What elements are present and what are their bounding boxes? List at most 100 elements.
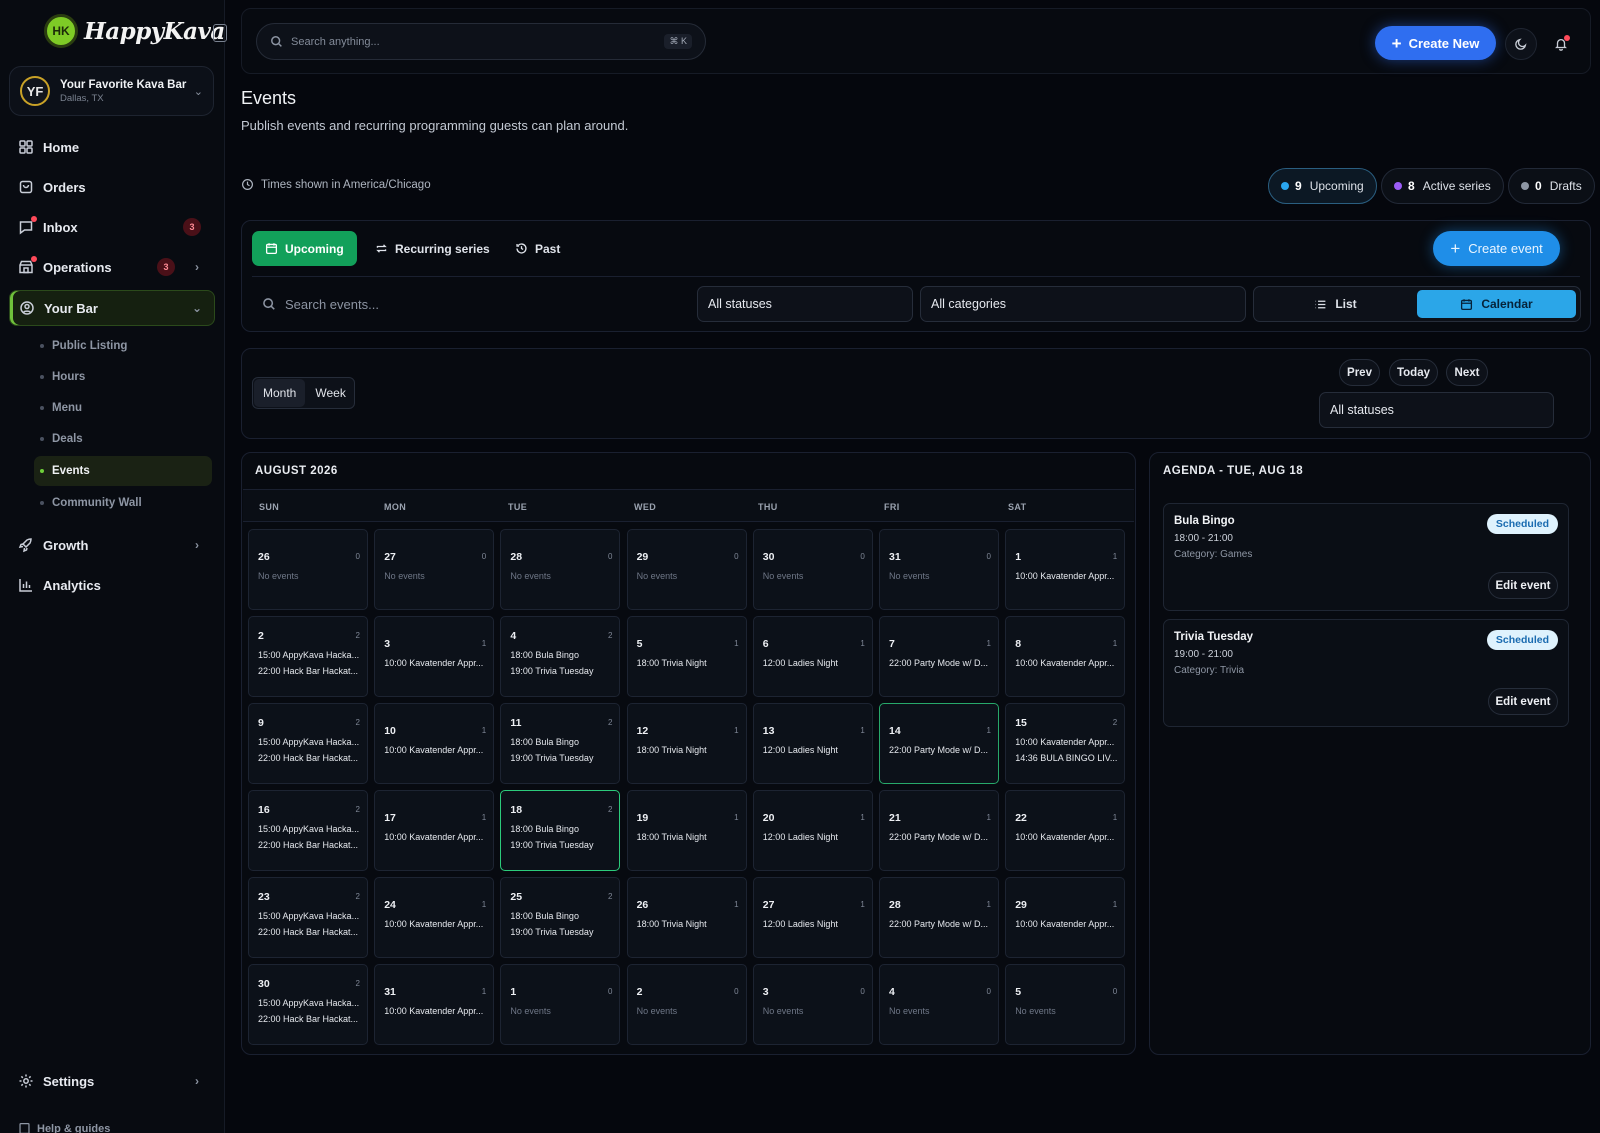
calendar-event[interactable]: 22:00 Hack Bar Hackat... (258, 927, 361, 937)
stat-upcoming[interactable]: 9 Upcoming (1268, 168, 1377, 204)
calendar-day-cell[interactable]: 8 1 10:00 Kavatender Appr... (1005, 616, 1126, 697)
calendar-event[interactable]: 22:00 Hack Bar Hackat... (258, 1014, 361, 1024)
calendar-day-cell[interactable]: 24 1 10:00 Kavatender Appr... (374, 877, 495, 958)
calendar-day-cell[interactable]: 7 1 22:00 Party Mode w/ D... (879, 616, 999, 697)
calendar-event[interactable]: 10:00 Kavatender Appr... (384, 1006, 487, 1016)
tab-past[interactable]: Past (502, 231, 573, 266)
sidebar-item-growth[interactable]: Growth › (0, 527, 225, 563)
calendar-day-cell[interactable]: 14 1 22:00 Party Mode w/ D... (879, 703, 999, 784)
calendar-day-cell[interactable]: 31 1 10:00 Kavatender Appr... (374, 964, 495, 1045)
calendar-day-cell[interactable]: 4 2 18:00 Bula Bingo 19:00 Trivia Tuesday (500, 616, 621, 697)
global-search-input[interactable]: Search anything... ⌘ K (256, 23, 706, 60)
calendar-day-cell[interactable]: 17 1 10:00 Kavatender Appr... (374, 790, 495, 871)
create-event-button[interactable]: + Create event (1433, 231, 1560, 266)
calendar-event[interactable]: 15:00 AppyKava Hacka... (258, 737, 361, 747)
org-switcher[interactable]: YF Your Favorite Kava Bar Dallas, TX ⌄ (9, 66, 214, 116)
agenda-event-card[interactable]: Trivia Tuesday 19:00 - 21:00 Category: T… (1163, 619, 1569, 727)
list-view-button[interactable]: List (1257, 290, 1414, 318)
calendar-day-cell[interactable]: 28 1 22:00 Party Mode w/ D... (879, 877, 999, 958)
calendar-view-button[interactable]: Calendar (1417, 290, 1576, 318)
calendar-day-cell[interactable]: 28 0 No events (500, 529, 621, 610)
calendar-status-select[interactable]: All statuses (1319, 392, 1554, 428)
calendar-day-cell[interactable]: 4 0 No events (879, 964, 999, 1045)
sidebar-item-inbox[interactable]: Inbox 3 (0, 209, 225, 245)
sidebar-subitem-events[interactable]: Events (34, 456, 212, 486)
calendar-event[interactable]: 10:00 Kavatender Appr... (1015, 919, 1118, 929)
calendar-event[interactable]: 10:00 Kavatender Appr... (384, 745, 487, 755)
edit-event-button[interactable]: Edit event (1488, 572, 1558, 599)
calendar-day-cell[interactable]: 26 1 18:00 Trivia Night (626, 877, 747, 958)
calendar-event[interactable]: 19:00 Trivia Tuesday (510, 753, 613, 763)
calendar-event[interactable]: 15:00 AppyKava Hacka... (258, 650, 361, 660)
calendar-event[interactable]: 10:00 Kavatender Appr... (1015, 658, 1118, 668)
calendar-event[interactable]: 15:00 AppyKava Hacka... (258, 998, 361, 1008)
today-button[interactable]: Today (1389, 359, 1438, 386)
calendar-event[interactable]: 10:00 Kavatender Appr... (384, 919, 487, 929)
calendar-day-cell[interactable]: 6 1 12:00 Ladies Night (752, 616, 873, 697)
sidebar-subitem-menu[interactable]: Menu (34, 393, 212, 423)
calendar-event[interactable]: 10:00 Kavatender Appr... (1015, 737, 1118, 747)
calendar-day-cell[interactable]: 27 1 12:00 Ladies Night (752, 877, 873, 958)
calendar-day-cell[interactable]: 20 1 12:00 Ladies Night (752, 790, 873, 871)
calendar-event[interactable]: 18:00 Trivia Night (637, 919, 740, 929)
calendar-day-cell[interactable]: 13 1 12:00 Ladies Night (752, 703, 873, 784)
sidebar-item-home[interactable]: Home (0, 129, 225, 165)
calendar-event[interactable]: 12:00 Ladies Night (763, 919, 866, 929)
calendar-event[interactable]: 10:00 Kavatender Appr... (1015, 571, 1118, 581)
calendar-day-cell[interactable]: 22 1 10:00 Kavatender Appr... (1005, 790, 1126, 871)
calendar-event[interactable]: 18:00 Trivia Night (637, 832, 740, 842)
tab-upcoming[interactable]: Upcoming (252, 231, 357, 266)
calendar-event[interactable]: 18:00 Trivia Night (637, 745, 740, 755)
calendar-event[interactable]: 18:00 Bula Bingo (510, 824, 613, 834)
sidebar-item-settings[interactable]: Settings › (0, 1063, 225, 1099)
calendar-event[interactable]: 22:00 Party Mode w/ D... (889, 745, 992, 755)
calendar-day-cell[interactable]: 16 2 15:00 AppyKava Hacka... 22:00 Hack Bar… (248, 790, 368, 871)
sidebar-item-operations[interactable]: Operations 3 › (0, 249, 225, 285)
calendar-day-cell[interactable]: 29 0 No events (626, 529, 747, 610)
notifications-button[interactable] (1545, 28, 1577, 60)
calendar-day-cell[interactable]: 23 2 15:00 AppyKava Hacka... 22:00 Hack Bar… (248, 877, 368, 958)
calendar-day-cell[interactable]: 15 2 10:00 Kavatender Appr... 14:36 BULA BI… (1005, 703, 1126, 784)
calendar-event[interactable]: 10:00 Kavatender Appr... (1015, 832, 1118, 842)
tab-recurring-series[interactable]: Recurring series (362, 231, 503, 266)
calendar-event[interactable]: 14:36 BULA BINGO LIV... (1015, 753, 1118, 763)
calendar-day-cell[interactable]: 27 0 No events (374, 529, 495, 610)
sidebar-item-orders[interactable]: Orders (0, 169, 225, 205)
calendar-event[interactable]: 15:00 AppyKava Hacka... (258, 911, 361, 921)
sidebar-subitem-hours[interactable]: Hours (34, 362, 212, 392)
week-view-button[interactable]: Week (306, 379, 354, 407)
agenda-event-card[interactable]: Bula Bingo 18:00 - 21:00 Category: Games… (1163, 503, 1569, 611)
calendar-day-cell[interactable]: 25 2 18:00 Bula Bingo 19:00 Trivia Tuesday (500, 877, 621, 958)
calendar-day-cell[interactable]: 9 2 15:00 AppyKava Hacka... 22:00 Hack Bar … (248, 703, 368, 784)
sidebar-subitem-deals[interactable]: Deals (34, 424, 212, 454)
calendar-day-cell[interactable]: 18 2 18:00 Bula Bingo 19:00 Trivia Tuesday (500, 790, 621, 871)
calendar-event[interactable]: 18:00 Bula Bingo (510, 737, 613, 747)
sidebar-collapse-icon[interactable] (213, 24, 227, 42)
stat-drafts[interactable]: 0 Drafts (1508, 168, 1595, 204)
calendar-day-cell[interactable]: 2 2 15:00 AppyKava Hacka... 22:00 Hack Bar … (248, 616, 368, 697)
calendar-day-cell[interactable]: 31 0 No events (879, 529, 999, 610)
calendar-event[interactable]: 10:00 Kavatender Appr... (384, 832, 487, 842)
calendar-day-cell[interactable]: 12 1 18:00 Trivia Night (626, 703, 747, 784)
calendar-event[interactable]: 12:00 Ladies Night (763, 658, 866, 668)
month-view-button[interactable]: Month (254, 379, 306, 407)
calendar-day-cell[interactable]: 30 2 15:00 AppyKava Hacka... 22:00 Hack Bar… (248, 964, 368, 1045)
calendar-day-cell[interactable]: 5 1 18:00 Trivia Night (626, 616, 747, 697)
sidebar-item-your-bar[interactable]: Your Bar ⌄ (9, 290, 215, 326)
sidebar-item-analytics[interactable]: Analytics (0, 567, 225, 603)
calendar-event[interactable]: 22:00 Hack Bar Hackat... (258, 666, 361, 676)
calendar-day-cell[interactable]: 3 0 No events (752, 964, 873, 1045)
calendar-day-cell[interactable]: 1 1 10:00 Kavatender Appr... (1005, 529, 1126, 610)
calendar-day-cell[interactable]: 29 1 10:00 Kavatender Appr... (1005, 877, 1126, 958)
calendar-day-cell[interactable]: 19 1 18:00 Trivia Night (626, 790, 747, 871)
next-button[interactable]: Next (1446, 359, 1488, 386)
calendar-event[interactable]: 22:00 Party Mode w/ D... (889, 832, 992, 842)
calendar-event[interactable]: 12:00 Ladies Night (763, 832, 866, 842)
event-search-input[interactable]: Search events... (254, 287, 684, 321)
calendar-event[interactable]: 19:00 Trivia Tuesday (510, 666, 613, 676)
brand-logo[interactable]: HK HappyKava (44, 14, 225, 48)
calendar-day-cell[interactable]: 3 1 10:00 Kavatender Appr... (374, 616, 495, 697)
sidebar-subitem-community-wall[interactable]: Community Wall (34, 488, 212, 518)
category-filter-select[interactable]: All categories (920, 286, 1246, 322)
calendar-day-cell[interactable]: 26 0 No events (248, 529, 368, 610)
